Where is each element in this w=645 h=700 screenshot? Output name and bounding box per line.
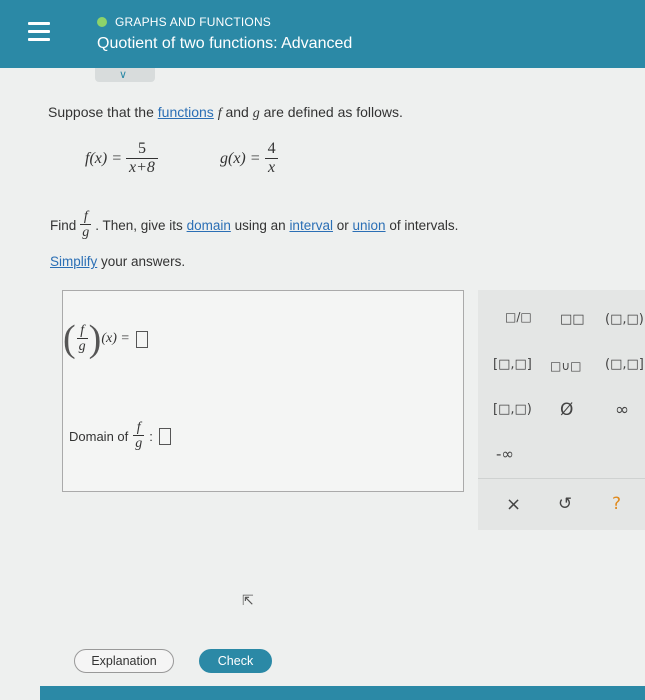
interval-link[interactable]: interval <box>289 218 333 233</box>
simplify-instruction: Simplify your answers. <box>50 254 186 269</box>
f-over-g-fraction: f g <box>80 209 92 240</box>
help-icon[interactable]: ? <box>612 494 621 514</box>
domain-link[interactable]: domain <box>187 218 231 233</box>
union-tool-button[interactable]: □∪□ <box>550 359 581 373</box>
answer-box: ( f g ) (x) = Domain of f g : <box>62 290 464 492</box>
footer-bar <box>40 686 645 700</box>
find-instruction: Find f g . Then, give its domain using a… <box>50 209 459 241</box>
open-closed-interval-button[interactable]: (□,□] <box>605 357 644 372</box>
closed-closed-interval-button[interactable]: [□,□] <box>493 357 532 372</box>
g-definition: g(x) = 4 x <box>220 140 283 177</box>
empty-set-button[interactable]: Ø <box>560 400 573 420</box>
simplify-link[interactable]: Simplify <box>50 254 97 269</box>
closed-open-interval-button[interactable]: [□,□) <box>493 402 532 417</box>
domain-answer-input[interactable] <box>158 428 171 445</box>
domain-answer-row: Domain of f g : <box>69 421 171 452</box>
page-title: Quotient of two functions: Advanced <box>97 35 353 52</box>
collapse-header-tab[interactable]: ∨ <box>95 68 155 82</box>
progress-dot-icon <box>97 17 107 27</box>
infinity-button[interactable]: ∞ <box>615 400 629 420</box>
functions-link[interactable]: functions <box>158 104 214 120</box>
clear-icon[interactable]: × <box>506 494 521 515</box>
check-button[interactable]: Check <box>199 649 272 673</box>
fraction-tool-button[interactable]: □/□ <box>505 310 532 324</box>
toolbar-divider <box>478 478 645 479</box>
chevron-down-icon: ∨ <box>119 69 128 81</box>
f-definition: f(x) = 5 x+8 <box>85 140 162 177</box>
topic-label: GRAPHS AND FUNCTIONS <box>115 15 272 29</box>
lhs-fraction: f g <box>76 322 88 354</box>
f-fraction: 5 x+8 <box>126 140 158 177</box>
question-intro: Suppose that the functions f and g are d… <box>48 104 403 121</box>
hamburger-menu-icon[interactable] <box>28 22 50 42</box>
top-header: GRAPHS AND FUNCTIONS Quotient of two fun… <box>0 0 645 68</box>
exponent-tool-button[interactable]: □□ <box>560 312 585 327</box>
topic-row: GRAPHS AND FUNCTIONS <box>97 15 271 29</box>
domain-fraction: f g <box>133 420 145 451</box>
explanation-button[interactable]: Explanation <box>74 649 174 673</box>
negative-infinity-button[interactable]: -∞ <box>496 445 514 463</box>
quotient-answer-row: ( f g ) (x) = <box>63 319 148 359</box>
g-fraction: 4 x <box>265 140 279 177</box>
mouse-cursor-icon: ⇱ <box>242 592 254 608</box>
union-link[interactable]: union <box>353 218 386 233</box>
math-toolbar: □/□ □□ (□,□) [□,□] □∪□ (□,□] [□,□) Ø ∞ -… <box>478 290 645 530</box>
open-open-interval-button[interactable]: (□,□) <box>605 312 644 327</box>
undo-icon[interactable]: ↺ <box>558 494 572 514</box>
quotient-answer-input[interactable] <box>135 330 148 348</box>
